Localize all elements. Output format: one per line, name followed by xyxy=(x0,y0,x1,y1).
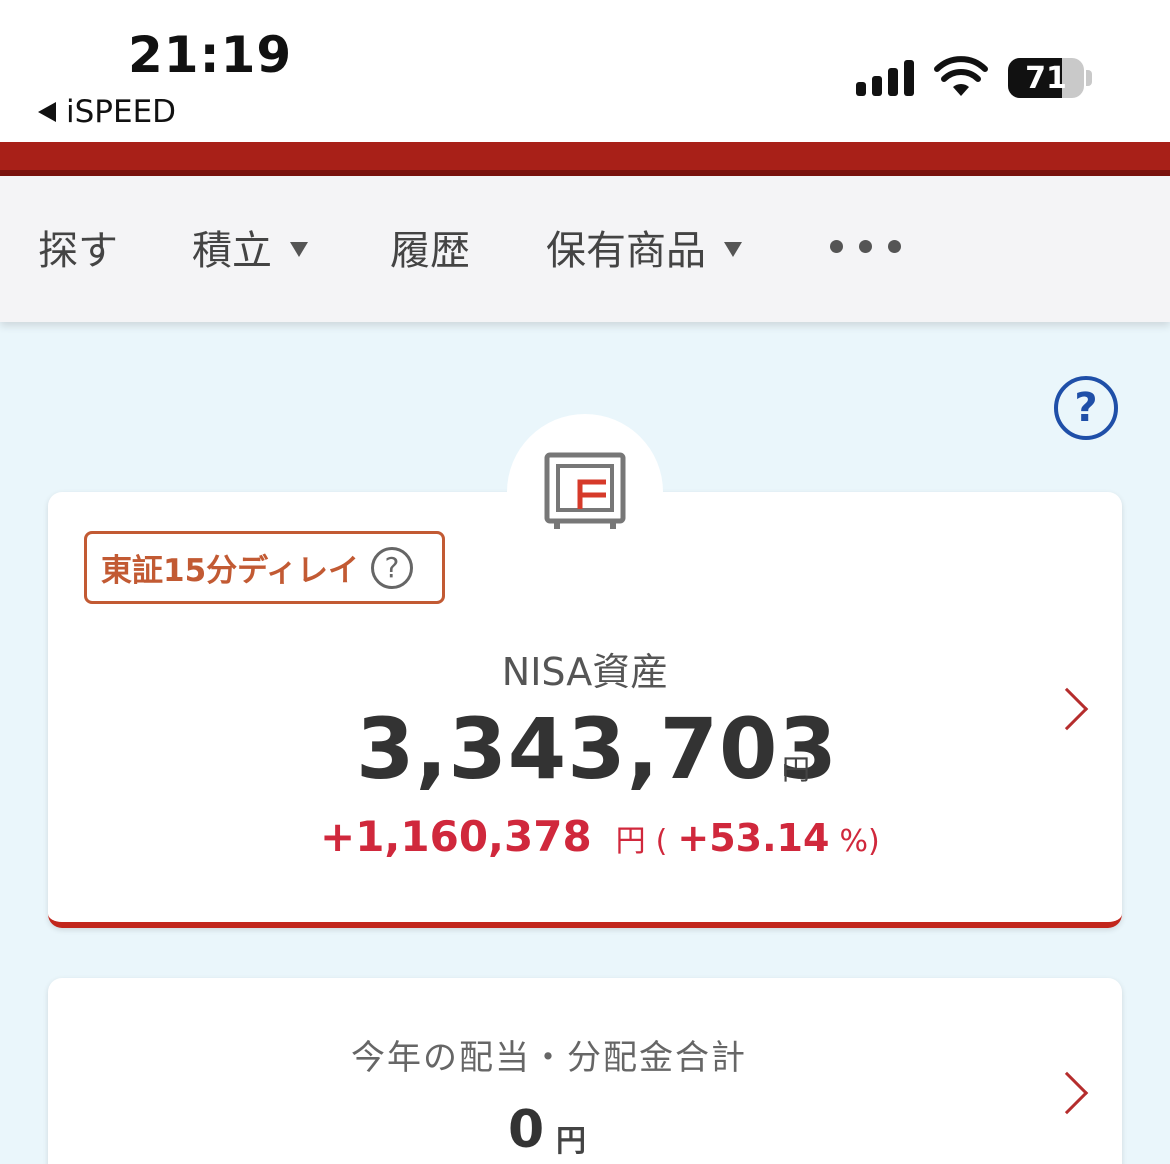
nav-item-search[interactable]: 探す xyxy=(38,218,118,276)
brand-header-bar xyxy=(0,142,1170,176)
battery-tip xyxy=(1086,70,1092,86)
ellipsis-dot xyxy=(888,240,901,253)
gain-percent: +53.14 xyxy=(677,816,830,860)
ellipsis-dot xyxy=(859,240,872,253)
gain-paren-close: %) xyxy=(839,824,880,859)
more-menu-button[interactable] xyxy=(830,240,901,253)
back-triangle-icon xyxy=(38,102,56,122)
nisa-asset-title: NISA資産 xyxy=(501,650,669,694)
nisa-asset-value: 3,343,703 xyxy=(356,700,838,798)
top-nav: 探す 積立 履歴 保有商品 xyxy=(0,176,1170,322)
status-time: 21:19 xyxy=(128,26,293,84)
back-to-app-button[interactable]: iSPEED xyxy=(38,94,176,130)
back-app-label: iSPEED xyxy=(66,94,177,130)
gain-unit: 円 xyxy=(615,824,646,859)
nav-item-tsumitate[interactable]: 積立 xyxy=(192,218,308,276)
nav-item-label: 積立 xyxy=(192,228,272,274)
nav-item-label: 保有商品 xyxy=(546,228,706,274)
delay-badge[interactable]: 東証15分ディレイ ? xyxy=(84,531,445,604)
nav-item-label: 探す xyxy=(38,228,118,274)
help-icon[interactable]: ? xyxy=(1054,376,1118,440)
nav-item-label: 履歴 xyxy=(390,228,470,274)
battery-percent: 71 xyxy=(1025,60,1067,96)
caret-down-icon xyxy=(724,241,742,257)
safe-icon xyxy=(544,452,626,529)
dividend-unit: 円 xyxy=(556,1124,586,1159)
dividend-title: 今年の配当・分配金合計 xyxy=(351,1038,747,1078)
nisa-asset-unit: 円 xyxy=(782,753,811,786)
dividend-value: 0 xyxy=(508,1100,545,1160)
gain-amount: +1,160,378 xyxy=(320,812,592,861)
nav-item-history[interactable]: 履歴 xyxy=(390,218,470,276)
question-circle-icon: ? xyxy=(370,546,413,589)
wifi-icon xyxy=(934,56,988,96)
gain-paren-open: ( xyxy=(655,824,668,859)
battery-icon: 71 xyxy=(1008,58,1084,98)
nisa-gain-row: +1,160,378 円 ( +53.14 %) xyxy=(320,812,880,861)
cellular-signal-icon xyxy=(856,58,916,96)
nav-item-holdings[interactable]: 保有商品 xyxy=(546,218,742,276)
ellipsis-dot xyxy=(830,240,843,253)
caret-down-icon xyxy=(290,241,308,257)
delay-badge-label: 東証15分ディレイ xyxy=(101,553,359,589)
status-bar: 21:19 iSPEED 71 xyxy=(0,0,1170,142)
